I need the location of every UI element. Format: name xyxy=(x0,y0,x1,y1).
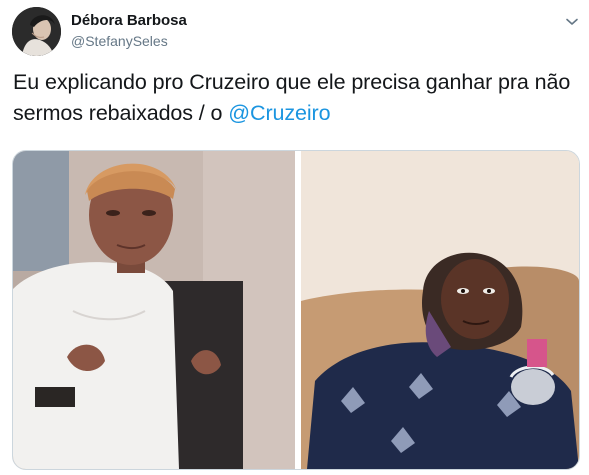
meme-photo-woman-explaining xyxy=(13,151,295,469)
avatar-image xyxy=(12,7,61,56)
meme-photo-mom-on-couch xyxy=(301,151,579,469)
tweet-card: Débora Barbosa @StefanySeles Eu explican… xyxy=(0,0,589,475)
chevron-down-icon xyxy=(566,18,578,25)
mention-link[interactable]: @Cruzeiro xyxy=(228,101,330,125)
meme-photo-left xyxy=(13,151,295,469)
tweet-menu-button[interactable] xyxy=(560,10,584,34)
author-name[interactable]: Débora Barbosa xyxy=(71,12,187,29)
tweet-text: Eu explicando pro Cruzeiro que ele preci… xyxy=(13,67,578,129)
avatar[interactable] xyxy=(12,7,61,56)
meme-photo-right xyxy=(301,151,579,469)
tweet-media[interactable] xyxy=(12,150,580,470)
author-handle[interactable]: @StefanySeles xyxy=(71,33,168,49)
